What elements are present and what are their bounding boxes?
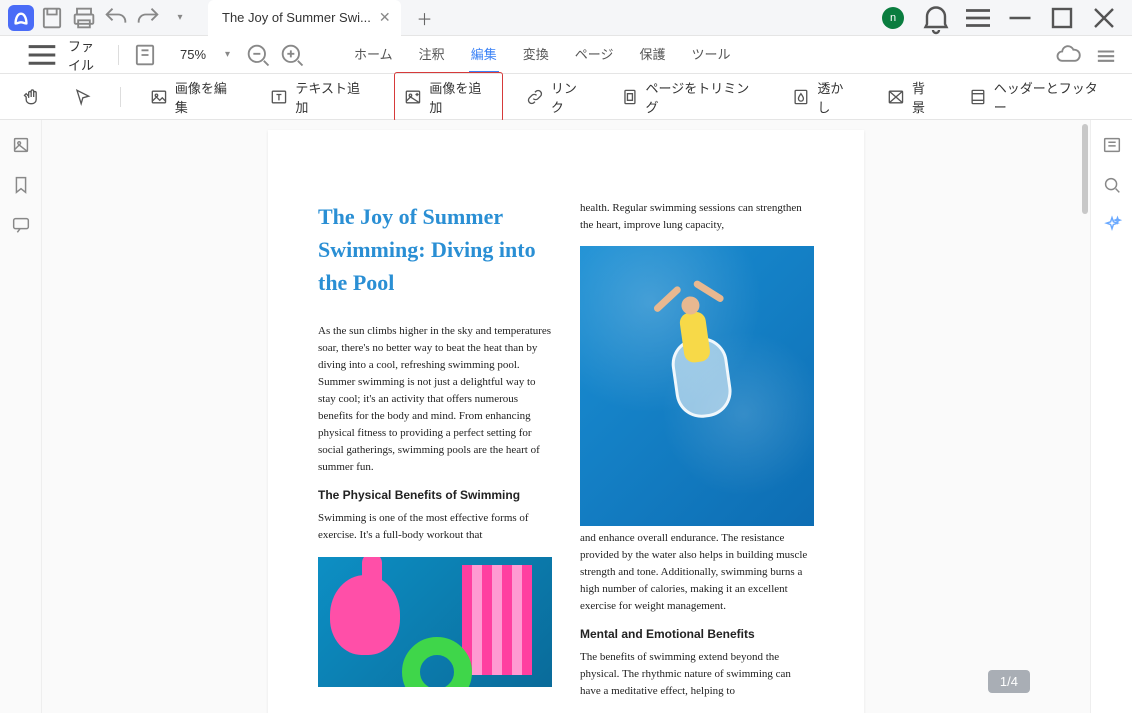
- background-button[interactable]: 背景: [878, 73, 946, 121]
- undo-icon[interactable]: [102, 4, 130, 32]
- tab-home[interactable]: ホーム: [352, 36, 395, 73]
- cloud-icon[interactable]: [1054, 41, 1082, 69]
- divider: [120, 87, 121, 107]
- header-footer-label: ヘッダーとフッター: [994, 78, 1110, 116]
- comment-icon[interactable]: [10, 214, 32, 236]
- edit-image-label: 画像を編集: [175, 78, 240, 116]
- header-footer-button[interactable]: ヘッダーとフッター: [960, 73, 1118, 121]
- tab-annotate[interactable]: 注釈: [417, 36, 447, 73]
- user-avatar[interactable]: n: [882, 7, 904, 29]
- add-image-label: 画像を追加: [429, 78, 494, 116]
- app-logo[interactable]: [8, 5, 34, 31]
- hand-icon: [22, 87, 42, 107]
- watermark-icon: [791, 87, 811, 107]
- tab-tool[interactable]: ツール: [689, 36, 732, 73]
- page-indicator[interactable]: 1/4: [988, 670, 1030, 693]
- background-icon: [886, 87, 906, 107]
- save-icon[interactable]: [38, 4, 66, 32]
- edit-ribbon: 画像を編集 テキスト追加 画像を追加 リンク ページをトリミング 透かし 背景 …: [0, 74, 1132, 120]
- link-label: リンク: [551, 78, 590, 116]
- pool-floats-image: [318, 557, 552, 687]
- close-button[interactable]: [1084, 0, 1124, 36]
- select-tool[interactable]: [64, 82, 100, 112]
- heading-physical: The Physical Benefits of Swimming: [318, 488, 552, 502]
- edit-image-icon: [149, 87, 169, 107]
- ai-sparkle-icon[interactable]: [1101, 214, 1123, 236]
- add-image-icon: [403, 87, 423, 107]
- zoom-in-icon[interactable]: [278, 41, 306, 69]
- paragraph: health. Regular swimming sessions can st…: [580, 200, 814, 234]
- titlebar-right: n: [882, 0, 1132, 36]
- header-footer-icon: [968, 87, 988, 107]
- zoom-value: 75%: [173, 47, 213, 62]
- crop-icon: [620, 87, 640, 107]
- page-1: The Joy of Summer Swimming: Diving into …: [268, 130, 864, 713]
- tab-title: The Joy of Summer Swi...: [222, 10, 371, 25]
- edit-image-button[interactable]: 画像を編集: [141, 73, 247, 121]
- crop-page-button[interactable]: ページをトリミング: [612, 73, 770, 121]
- paragraph: The benefits of swimming extend beyond t…: [580, 649, 814, 700]
- top-toolbar-right: [1054, 41, 1120, 69]
- hand-tool[interactable]: [14, 82, 50, 112]
- file-menu-button[interactable]: ファイル: [12, 31, 106, 79]
- tab-protect[interactable]: 保護: [637, 36, 667, 73]
- watermark-button[interactable]: 透かし: [783, 73, 864, 121]
- print-icon[interactable]: [70, 4, 98, 32]
- scrollbar-thumb[interactable]: [1082, 124, 1088, 214]
- maximize-button[interactable]: [1042, 0, 1082, 36]
- document-title: The Joy of Summer Swimming: Diving into …: [318, 200, 552, 299]
- top-toolbar: ファイル 75% ▾ ホーム 注釈 編集 変換 ページ 保護 ツール: [0, 36, 1132, 74]
- left-sidebar: [0, 120, 42, 713]
- watermark-label: 透かし: [817, 78, 856, 116]
- add-text-label: テキスト追加: [295, 78, 372, 116]
- add-text-icon: [269, 87, 289, 107]
- main-tab-menu: ホーム 注釈 編集 変換 ページ 保護 ツール: [352, 36, 732, 73]
- menu-icon[interactable]: [958, 0, 998, 36]
- new-tab-button[interactable]: ＋: [411, 4, 439, 32]
- paragraph: As the sun climbs higher in the sky and …: [318, 323, 552, 476]
- redo-icon[interactable]: [134, 4, 162, 32]
- chevron-down-icon: ▾: [225, 49, 230, 60]
- background-label: 背景: [912, 78, 938, 116]
- document-canvas[interactable]: The Joy of Summer Swimming: Diving into …: [42, 120, 1090, 713]
- crop-page-label: ページをトリミング: [645, 78, 761, 116]
- search-icon[interactable]: [1101, 174, 1123, 196]
- add-text-button[interactable]: テキスト追加: [261, 73, 380, 121]
- link-icon: [525, 87, 545, 107]
- reading-mode-icon[interactable]: [131, 41, 159, 69]
- zoom-selector[interactable]: 75% ▾: [165, 45, 238, 64]
- paragraph: Swimming is one of the most effective fo…: [318, 510, 552, 544]
- zoom-out-icon[interactable]: [244, 41, 272, 69]
- tab-edit[interactable]: 編集: [469, 36, 499, 73]
- add-image-button[interactable]: 画像を追加: [394, 72, 502, 122]
- dropdown-icon[interactable]: ▾: [166, 4, 194, 32]
- tab-convert[interactable]: 変換: [521, 36, 551, 73]
- divider: [118, 45, 119, 65]
- paragraph: and enhance overall endurance. The resis…: [580, 530, 814, 615]
- document-tab[interactable]: The Joy of Summer Swi... ✕: [208, 0, 401, 36]
- swimmer-image: [580, 246, 814, 526]
- bookmark-icon[interactable]: [10, 174, 32, 196]
- properties-icon[interactable]: [1101, 134, 1123, 156]
- file-label: ファイル: [68, 36, 96, 74]
- heading-mental: Mental and Emotional Benefits: [580, 627, 814, 641]
- titlebar: ▾ The Joy of Summer Swi... ✕ ＋ n: [0, 0, 1132, 36]
- cursor-icon: [72, 87, 92, 107]
- minimize-button[interactable]: [1000, 0, 1040, 36]
- tab-page[interactable]: ページ: [573, 36, 616, 73]
- close-tab-icon[interactable]: ✕: [379, 9, 391, 26]
- link-button[interactable]: リンク: [517, 73, 598, 121]
- more-icon[interactable]: [1092, 41, 1120, 69]
- main-area: The Joy of Summer Swimming: Diving into …: [0, 120, 1132, 713]
- thumbnail-icon[interactable]: [10, 134, 32, 156]
- document-content: The Joy of Summer Swimming: Diving into …: [318, 200, 814, 702]
- notifications-icon[interactable]: [916, 0, 956, 36]
- right-sidebar: [1090, 120, 1132, 713]
